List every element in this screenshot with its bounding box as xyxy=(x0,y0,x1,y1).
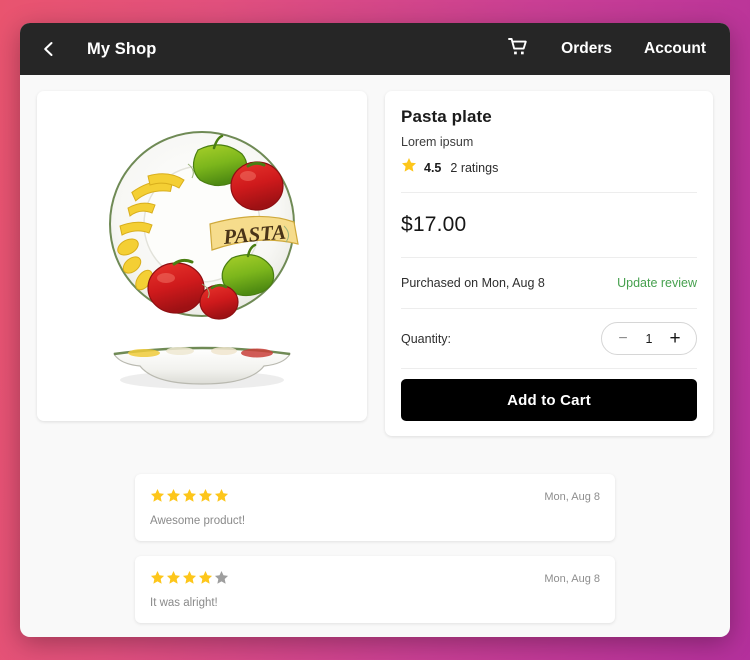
star-filled-icon xyxy=(198,488,213,502)
star-filled-icon xyxy=(214,488,229,502)
rating-row[interactable]: 4.5 2 ratings xyxy=(401,157,697,178)
review-card[interactable]: Mon, Aug 8 Awesome product! xyxy=(135,474,615,541)
review-header: Mon, Aug 8 xyxy=(150,570,600,585)
app-header: My Shop Orders Account xyxy=(20,23,730,75)
star-filled-icon xyxy=(198,570,213,584)
nav-link-account[interactable]: Account xyxy=(644,40,706,58)
product-title: Pasta plate xyxy=(401,107,492,126)
review-stars xyxy=(150,488,229,503)
product-section: PASTA Pasta plate Lorem ipsum 4.5 2 rati… xyxy=(37,91,713,436)
star-filled-icon xyxy=(166,570,181,584)
review-card[interactable]: Mon, Aug 8 It was alright! xyxy=(135,556,615,623)
star-filled-icon xyxy=(166,488,181,502)
cart-button[interactable] xyxy=(507,37,529,62)
product-image-card[interactable]: PASTA xyxy=(37,91,367,421)
purchase-row: Purchased on Mon, Aug 8 Update review xyxy=(401,258,697,308)
star-filled-icon xyxy=(182,488,197,502)
divider-above-add-to-cart xyxy=(401,368,697,369)
product-price: $17.00 xyxy=(401,213,467,236)
shopping-cart-icon xyxy=(507,37,529,62)
review-header: Mon, Aug 8 xyxy=(150,488,600,503)
product-subtitle: Lorem ipsum xyxy=(401,135,474,149)
quantity-label: Quantity: xyxy=(401,331,452,346)
star-empty-icon xyxy=(214,570,229,584)
back-button[interactable] xyxy=(36,36,62,62)
review-date: Mon, Aug 8 xyxy=(544,491,600,503)
quantity-value: 1 xyxy=(645,331,653,346)
header-actions: Orders Account xyxy=(507,37,716,62)
page-content: PASTA Pasta plate Lorem ipsum 4.5 2 rati… xyxy=(20,75,730,637)
review-date: Mon, Aug 8 xyxy=(544,573,600,585)
review-stars xyxy=(150,570,229,585)
review-text: It was alright! xyxy=(150,597,218,609)
nav-link-orders[interactable]: Orders xyxy=(561,40,612,58)
quantity-increment-button[interactable]: + xyxy=(660,323,690,354)
add-to-cart-button[interactable]: Add to Cart xyxy=(401,379,697,421)
review-text: Awesome product! xyxy=(150,515,246,527)
reviews-list: Mon, Aug 8 Awesome product! Mon, Aug 8 I… xyxy=(37,474,713,623)
update-review-link[interactable]: Update review xyxy=(617,276,697,290)
product-image: PASTA xyxy=(109,131,299,389)
star-filled-icon xyxy=(182,570,197,584)
chevron-left-icon xyxy=(41,41,57,57)
star-icon xyxy=(401,157,417,178)
star-filled-icon xyxy=(150,570,165,584)
quantity-row: Quantity: − 1 + xyxy=(401,309,697,368)
product-details-card: Pasta plate Lorem ipsum 4.5 2 ratings $1… xyxy=(385,91,713,436)
purchase-date-text: Purchased on Mon, Aug 8 xyxy=(401,276,545,290)
quantity-stepper[interactable]: − 1 + xyxy=(601,322,697,355)
app-title: My Shop xyxy=(87,39,157,58)
quantity-decrement-button[interactable]: − xyxy=(608,323,638,354)
rating-value: 4.5 xyxy=(424,160,442,175)
star-filled-icon xyxy=(150,488,165,502)
app-window: My Shop Orders Account PASTA Pasta plate… xyxy=(20,23,730,637)
rating-count: 2 ratings xyxy=(450,160,499,175)
